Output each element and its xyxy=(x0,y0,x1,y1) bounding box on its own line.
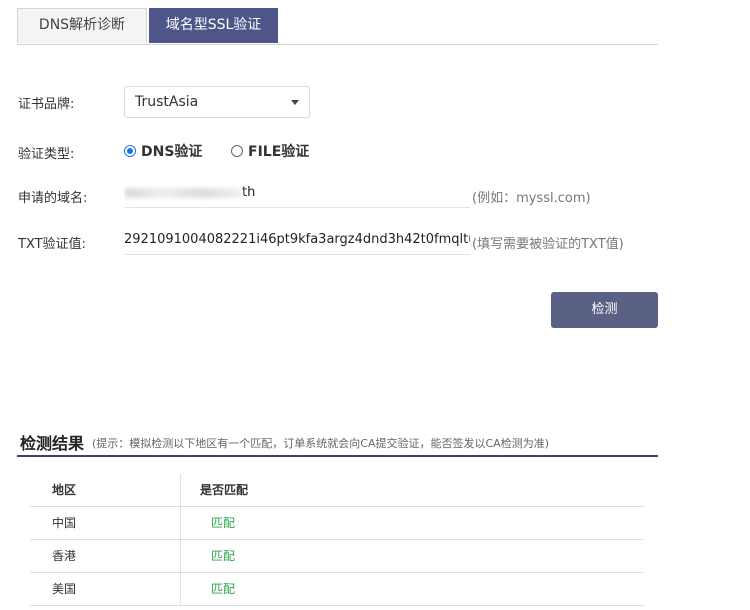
radio-checked-icon[interactable] xyxy=(124,145,136,157)
column-match: 是否匹配 xyxy=(200,483,249,497)
tab-bar: DNS解析诊断 域名型SSL验证 xyxy=(17,8,658,45)
radio-file[interactable]: FILE验证 xyxy=(231,141,309,161)
match-status: 匹配 xyxy=(211,516,236,530)
column-region: 地区 xyxy=(52,483,77,497)
domain-input-suffix: th xyxy=(242,185,256,200)
results-divider xyxy=(17,455,658,457)
region-cell: 香港 xyxy=(52,549,77,563)
redacted-blur xyxy=(124,187,242,198)
column-divider xyxy=(180,573,181,605)
radio-dns-label: DNS验证 xyxy=(141,144,203,160)
results-table: 地区 是否匹配 中国 匹配 香港 匹配 美国 匹配 xyxy=(30,474,644,606)
region-cell: 中国 xyxy=(52,516,77,530)
brand-select[interactable]: TrustAsia xyxy=(124,86,310,118)
column-divider xyxy=(180,474,181,506)
radio-unchecked-icon[interactable] xyxy=(231,145,243,157)
txt-label: TXT验证值: xyxy=(18,237,86,252)
table-header-row: 地区 是否匹配 xyxy=(30,474,644,507)
domain-hint: (例如：myssl.com) xyxy=(472,191,591,206)
txt-hint: (填写需要被验证的TXT值) xyxy=(472,237,624,252)
column-divider xyxy=(180,507,181,539)
radio-file-label: FILE验证 xyxy=(248,144,310,160)
chevron-down-icon xyxy=(291,100,299,105)
domain-input[interactable]: th xyxy=(124,180,470,208)
tab-dns-diagnosis[interactable]: DNS解析诊断 xyxy=(17,8,147,43)
txt-input[interactable]: 2921091004082221i46pt9kfa3argz4dnd3h42t0… xyxy=(124,227,470,255)
tab-ssl-domain-validation[interactable]: 域名型SSL验证 xyxy=(149,8,278,43)
radio-dns[interactable]: DNS验证 xyxy=(124,141,202,161)
validation-type-label: 验证类型: xyxy=(18,147,75,162)
results-tip: (提示：模拟检测以下地区有一个匹配，订单系统就会向CA提交验证，能否签发以CA检… xyxy=(92,437,549,450)
match-status: 匹配 xyxy=(211,582,236,596)
match-status: 匹配 xyxy=(211,549,236,563)
results-title: 检测结果 xyxy=(20,434,85,453)
table-row: 美国 匹配 xyxy=(30,573,644,606)
brand-select-value: TrustAsia xyxy=(135,94,199,110)
table-row: 香港 匹配 xyxy=(30,540,644,573)
check-button[interactable]: 检测 xyxy=(551,292,658,328)
table-row: 中国 匹配 xyxy=(30,507,644,540)
brand-label: 证书品牌: xyxy=(18,97,75,112)
column-divider xyxy=(180,540,181,572)
region-cell: 美国 xyxy=(52,582,77,596)
domain-label: 申请的域名: xyxy=(18,191,88,206)
